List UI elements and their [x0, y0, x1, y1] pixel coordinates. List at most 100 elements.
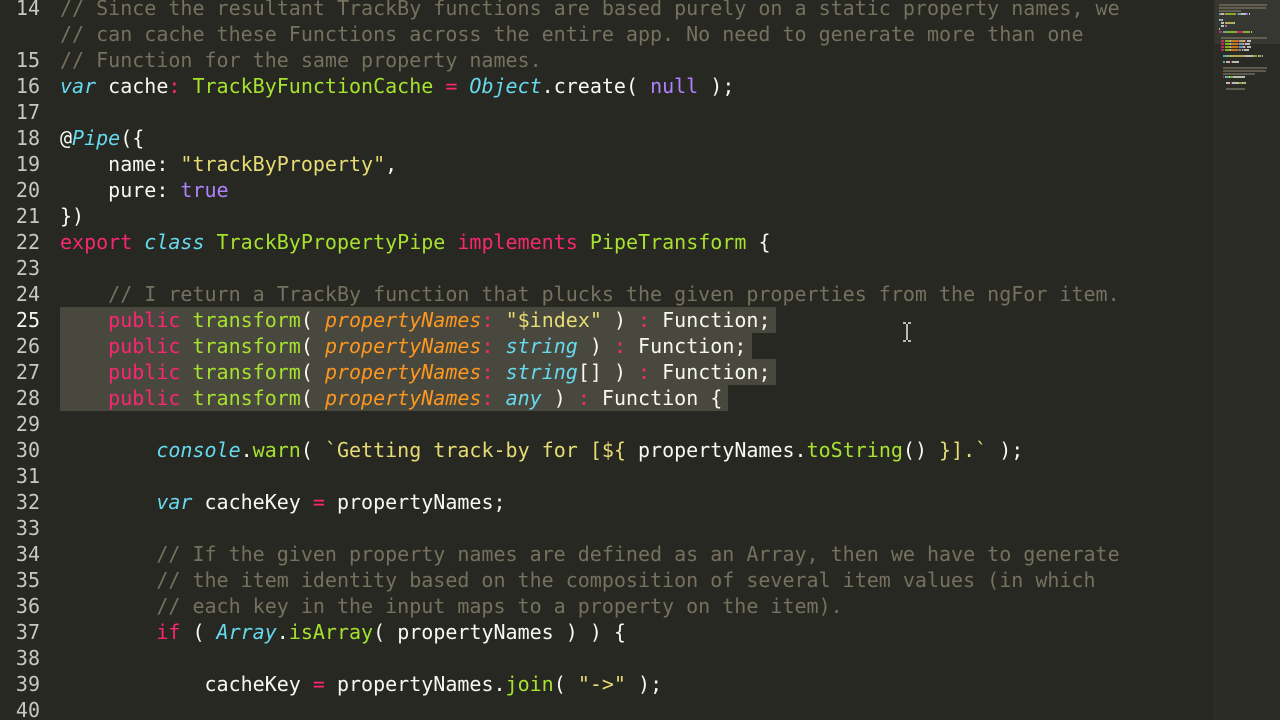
minimap-stroke: [1221, 43, 1225, 45]
minimap-stroke: [1224, 22, 1234, 24]
code-line[interactable]: var cache: TrackByFunctionCache = Object…: [60, 73, 734, 99]
code-line[interactable]: public transform( propertyNames: string …: [60, 333, 746, 359]
code-token: warn: [252, 438, 301, 462]
line-number: 25: [15, 308, 40, 332]
code-token: {: [746, 230, 771, 254]
line-number: 31: [15, 464, 40, 488]
code-token: cache: [96, 74, 169, 98]
code-line[interactable]: public transform( propertyNames: any ) :…: [60, 385, 722, 411]
minimap-stroke: [1245, 43, 1251, 45]
minimap-stroke: [1231, 55, 1245, 57]
code-line[interactable]: var cacheKey = propertyNames;: [60, 489, 506, 515]
code-token: isArray: [288, 620, 374, 644]
code-token: "$index": [505, 308, 602, 332]
code-token: true: [180, 178, 229, 202]
code-token: // I return a TrackBy function that pluc…: [60, 282, 1120, 306]
code-token: propertyNames: [324, 360, 482, 384]
code-token: ): [601, 308, 639, 332]
code-line[interactable]: }): [60, 203, 84, 229]
line-number: 34: [15, 542, 40, 566]
code-line[interactable]: // If the given property names are defin…: [60, 541, 1120, 567]
minimap-stroke: [1225, 13, 1237, 15]
line-number-gutter[interactable]: 14 15 16 17 18 19 20 21 22 23 24 25 26 27 28 29 30 31 32 33…: [0, 0, 48, 720]
code-line[interactable]: cacheKey = propertyNames.join( "->" );: [60, 671, 662, 697]
code-line[interactable]: @Pipe({: [60, 125, 144, 151]
minimap-stroke: [1233, 22, 1235, 24]
code-token: transform: [192, 386, 301, 410]
line-number: 23: [15, 256, 40, 280]
minimap-stroke: [1223, 70, 1267, 72]
minimap-stroke: [1231, 46, 1239, 48]
code-token: class: [144, 230, 205, 254]
code-token: propertyNames.: [625, 438, 807, 462]
minimap-stroke: [1219, 31, 1223, 33]
code-token: );: [698, 74, 735, 98]
code-area[interactable]: // Since the resultant TrackBy functions…: [60, 0, 1210, 720]
code-token: transform: [192, 334, 301, 358]
minimap[interactable]: [1214, 0, 1280, 720]
code-line[interactable]: // Since the resultant TrackBy functions…: [60, 0, 1120, 21]
line-number: 33: [15, 516, 40, 540]
line-number: 27: [15, 360, 40, 384]
code-token: (: [300, 438, 325, 462]
code-line[interactable]: // Function for the same property names.: [60, 47, 542, 73]
code-token: );: [987, 438, 1024, 462]
code-line[interactable]: // I return a TrackBy function that pluc…: [60, 281, 1120, 307]
code-token: transform: [192, 308, 301, 332]
code-line[interactable]: // can cache these Functions across the …: [60, 21, 1084, 47]
code-token: // Function for the same property names.: [60, 48, 542, 72]
code-token: .: [276, 620, 289, 644]
code-editor[interactable]: 14 15 16 17 18 19 20 21 22 23 24 25 26 27 28 29 30 31 32 33…: [0, 0, 1280, 720]
code-token: @: [60, 126, 73, 150]
code-token: :: [577, 386, 590, 410]
code-line[interactable]: export class TrackByPropertyPipe impleme…: [60, 229, 771, 255]
code-line[interactable]: name: "trackByProperty",: [60, 151, 397, 177]
code-token: [] ): [577, 360, 639, 384]
code-line[interactable]: public transform( propertyNames: string[…: [60, 359, 770, 385]
minimap-stroke: [1225, 82, 1230, 84]
code-line[interactable]: if ( Array.isArray( propertyNames ) ) {: [60, 619, 626, 645]
minimap-stroke: [1245, 55, 1254, 57]
code-token: null: [650, 74, 699, 98]
code-token: propertyNames;: [324, 490, 506, 514]
code-token: TrackByFunctionCache: [180, 74, 446, 98]
code-token: toString: [806, 438, 903, 462]
code-line[interactable]: console.warn( `Getting track-by for [${ …: [60, 437, 1023, 463]
code-token: :: [613, 334, 626, 358]
code-token: propertyNames.: [324, 672, 506, 696]
code-line[interactable]: // the item identity based on the compos…: [60, 567, 1095, 593]
code-token: :: [481, 308, 494, 332]
code-token: // If the given property names are defin…: [60, 542, 1120, 566]
line-number: 39: [15, 672, 40, 696]
code-line[interactable]: public transform( propertyNames: "$index…: [60, 307, 770, 333]
code-token: // each key in the input maps to a prope…: [60, 594, 843, 618]
line-number: 37: [15, 620, 40, 644]
code-token: pure:: [60, 178, 181, 202]
code-token: "trackByProperty": [180, 152, 386, 176]
code-token: cacheKey: [192, 490, 313, 514]
code-token: TrackByPropertyPipe: [204, 230, 458, 254]
line-number: 17: [15, 100, 40, 124]
code-token: public: [108, 360, 181, 384]
code-token: );: [625, 672, 663, 696]
code-token: var: [156, 490, 193, 514]
line-number: 24: [15, 282, 40, 306]
code-token: }].`: [939, 438, 988, 462]
code-line[interactable]: pure: true: [60, 177, 229, 203]
code-line[interactable]: // each key in the input maps to a prope…: [60, 593, 843, 619]
minimap-stroke: [1245, 82, 1247, 84]
minimap-stroke: [1221, 40, 1225, 42]
minimap-stroke: [1221, 46, 1225, 48]
line-number: 15: [15, 48, 40, 72]
code-token: propertyNames: [324, 386, 482, 410]
